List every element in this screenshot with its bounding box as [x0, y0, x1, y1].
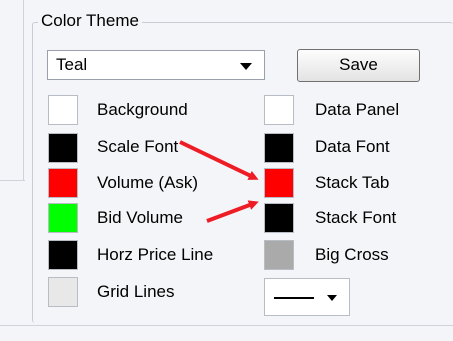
stack-font-color-swatch[interactable] — [264, 203, 294, 233]
data-font-label: Data Font — [315, 137, 390, 156]
bid-volume-color-swatch[interactable] — [48, 203, 78, 233]
scale-font-label: Scale Font — [97, 137, 179, 156]
bid-volume-label: Bid Volume — [97, 208, 183, 227]
grid-lines-color-swatch[interactable] — [48, 277, 78, 307]
big-cross-label: Big Cross — [315, 245, 389, 264]
chevron-down-icon — [240, 63, 252, 70]
data-panel-color-swatch[interactable] — [264, 95, 294, 125]
panel-border — [0, 0, 453, 341]
stack-font-label: Stack Font — [315, 208, 397, 227]
big-cross-color-swatch[interactable] — [264, 240, 294, 270]
stack-tab-label: Stack Tab — [315, 173, 390, 192]
volume-ask-color-swatch[interactable] — [48, 168, 78, 198]
background-label: Background — [97, 100, 188, 119]
line-style-dropdown[interactable] — [264, 278, 350, 316]
horz-price-line-label: Horz Price Line — [97, 245, 214, 264]
theme-dropdown-value: Teal — [56, 55, 88, 74]
horz-price-line-color-swatch[interactable] — [48, 240, 78, 270]
chevron-down-icon — [327, 295, 337, 301]
theme-dropdown[interactable]: Teal — [47, 50, 265, 80]
background-color-swatch[interactable] — [48, 95, 78, 125]
group-title: Color Theme — [38, 10, 142, 32]
scale-font-color-swatch[interactable] — [48, 133, 78, 163]
data-font-color-swatch[interactable] — [264, 133, 294, 163]
volume-ask-label: Volume (Ask) — [97, 173, 199, 192]
data-panel-label: Data Panel — [315, 100, 400, 119]
stack-tab-color-swatch[interactable] — [264, 168, 294, 198]
solid-line-icon — [274, 297, 314, 299]
grid-lines-label: Grid Lines — [97, 282, 175, 301]
save-button[interactable]: Save — [297, 49, 420, 82]
